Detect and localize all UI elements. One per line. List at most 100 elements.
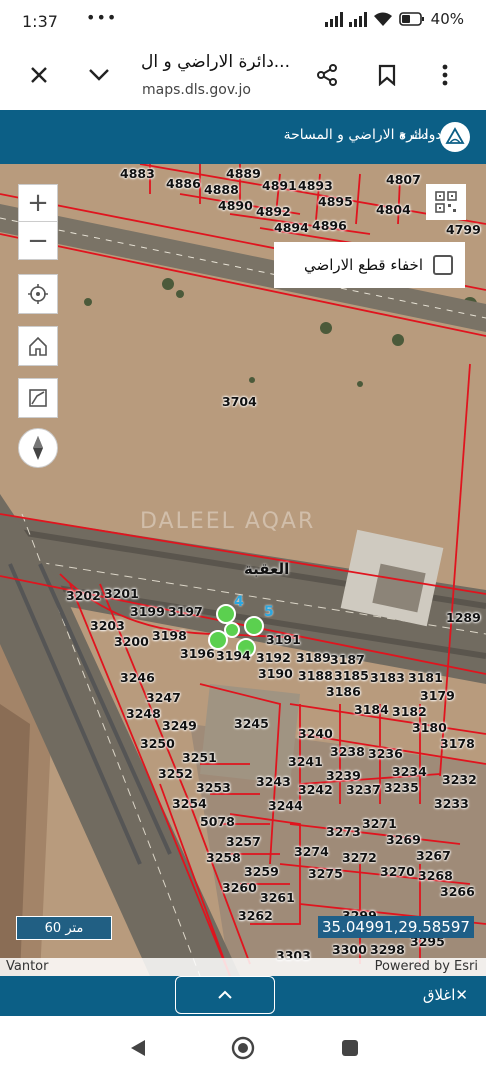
parcel-label[interactable]: 3198	[152, 629, 187, 643]
parcel-label[interactable]: 4804	[376, 203, 411, 217]
parcel-label[interactable]: 3246	[120, 671, 155, 685]
expand-button[interactable]	[82, 58, 116, 92]
parcel-label[interactable]: 3241	[288, 755, 323, 769]
parcel-label[interactable]: 4889	[226, 167, 261, 181]
parcel-label[interactable]: 4883	[120, 167, 155, 181]
parcel-label[interactable]: 3194	[216, 649, 251, 663]
parcel-label[interactable]: 4892	[256, 205, 291, 219]
parcel-label[interactable]: 3233	[434, 797, 469, 811]
parcel-label[interactable]: 3298	[370, 943, 405, 957]
parcel-label[interactable]: 3243	[256, 775, 291, 789]
parcel-label[interactable]: 3262	[238, 909, 273, 923]
parcel-label[interactable]: 3272	[342, 851, 377, 865]
parcel-label[interactable]: 3180	[412, 721, 447, 735]
hide-parcels-toggle[interactable]: اخفاء قطع الاراضي	[274, 242, 465, 288]
parcel-label[interactable]: 3192	[256, 651, 291, 665]
parcel-label[interactable]: 3275	[308, 867, 343, 881]
parcel-label[interactable]: 3182	[392, 705, 427, 719]
parcel-label[interactable]: 3259	[244, 865, 279, 879]
parcel-label[interactable]: 4894	[274, 221, 309, 235]
parcel-label[interactable]: 3238	[330, 745, 365, 759]
bookmark-button[interactable]	[370, 58, 404, 92]
pin-number[interactable]: 4	[234, 594, 244, 610]
parcel-label[interactable]: 3200	[114, 635, 149, 649]
share-button[interactable]	[310, 58, 344, 92]
parcel-label[interactable]: 3232	[442, 773, 477, 787]
parcel-label[interactable]: 3201	[104, 587, 139, 601]
parcel-label[interactable]: 3199	[130, 605, 165, 619]
zoom-out-button[interactable]: −	[18, 222, 58, 260]
parcel-label[interactable]: 3237	[346, 783, 381, 797]
parcel-label[interactable]: 3244	[268, 799, 303, 813]
parcel-label[interactable]: 3187	[330, 653, 365, 667]
parcel-label[interactable]: 3188	[298, 669, 333, 683]
parcel-label[interactable]: 3249	[162, 719, 197, 733]
parcel-label[interactable]: 4893	[298, 179, 333, 193]
compass-button[interactable]	[18, 428, 58, 468]
parcel-label[interactable]: 4799	[446, 223, 481, 237]
close-tab-button[interactable]	[22, 58, 56, 92]
parcel-label[interactable]: 3181	[408, 671, 443, 685]
parcel-label[interactable]: 3190	[258, 667, 293, 681]
qr-code-button[interactable]	[426, 184, 466, 220]
parcel-label[interactable]: 3236	[368, 747, 403, 761]
parcel-label[interactable]: 4896	[312, 219, 347, 233]
expand-panel-button[interactable]	[175, 976, 275, 1014]
parcel-label[interactable]: 3242	[298, 783, 333, 797]
parcel-label[interactable]: 3268	[418, 869, 453, 883]
parcel-label[interactable]: 3250	[140, 737, 175, 751]
parcel-label[interactable]: 3179	[420, 689, 455, 703]
parcel-label[interactable]: 3254	[172, 797, 207, 811]
parcel-label[interactable]: 3184	[354, 703, 389, 717]
recents-button[interactable]	[338, 1036, 362, 1060]
parcel-label[interactable]: 3704	[222, 395, 257, 409]
parcel-label[interactable]: 4891	[262, 179, 297, 193]
parcel-label[interactable]: 4895	[318, 195, 353, 209]
parcel-label[interactable]: 3260	[222, 881, 257, 895]
parcel-label[interactable]: 3240	[298, 727, 333, 741]
pin-number[interactable]: 5	[264, 604, 274, 620]
measure-button[interactable]	[18, 378, 58, 418]
parcel-label[interactable]: 3185	[334, 669, 369, 683]
parcel-label[interactable]: 3270	[380, 865, 415, 879]
parcel-label[interactable]: 4886	[166, 177, 201, 191]
home-button[interactable]	[18, 326, 58, 366]
parcel-label[interactable]: 3266	[440, 885, 475, 899]
parcel-label[interactable]: 3258	[206, 851, 241, 865]
parcel-label[interactable]: 3234	[392, 765, 427, 779]
parcel-label[interactable]: 3274	[294, 845, 329, 859]
parcel-label[interactable]: 3271	[362, 817, 397, 831]
parcel-label[interactable]: 3273	[326, 825, 361, 839]
attribution-esri[interactable]: Powered by Esri	[375, 959, 478, 974]
parcel-label[interactable]: 3267	[416, 849, 451, 863]
parcel-label[interactable]: 3247	[146, 691, 181, 705]
parcel-label[interactable]: 3235	[384, 781, 419, 795]
parcel-label[interactable]: 3253	[196, 781, 231, 795]
parcel-label[interactable]: 3197	[168, 605, 203, 619]
parcel-label[interactable]: 4890	[218, 199, 253, 213]
parcel-label[interactable]: 3251	[182, 751, 217, 765]
parcel-label[interactable]: 3178	[440, 737, 475, 751]
parcel-label[interactable]: 3191	[266, 633, 301, 647]
more-options-button[interactable]	[428, 58, 462, 92]
map-view[interactable]: DALEEL AQAR العقبة 4 5 4883 4886 4889 4888 4…	[0, 164, 486, 976]
parcel-label[interactable]: 3239	[326, 769, 361, 783]
parcel-label[interactable]: 4807	[386, 173, 421, 187]
parcel-label[interactable]: 3245	[234, 717, 269, 731]
parcel-label[interactable]: 3186	[326, 685, 361, 699]
page-url[interactable]: maps.dls.gov.jo	[142, 82, 251, 98]
home-nav-button[interactable]	[231, 1036, 255, 1060]
close-panel-button[interactable]: اغلاق✕	[423, 986, 468, 1004]
parcel-label[interactable]: 3203	[90, 619, 125, 633]
hide-parcels-checkbox[interactable]	[433, 255, 453, 275]
parcel-label[interactable]: 3269	[386, 833, 421, 847]
back-button[interactable]	[126, 1036, 150, 1060]
zoom-in-button[interactable]: +	[18, 184, 58, 222]
parcel-label[interactable]: 4888	[204, 183, 239, 197]
parcel-label[interactable]: 3202	[66, 589, 101, 603]
parcel-label[interactable]: 3248	[126, 707, 161, 721]
parcel-label[interactable]: 3261	[260, 891, 295, 905]
parcel-label[interactable]: 3257	[226, 835, 261, 849]
locate-button[interactable]	[18, 274, 58, 314]
parcel-label[interactable]: 3300	[332, 943, 367, 957]
